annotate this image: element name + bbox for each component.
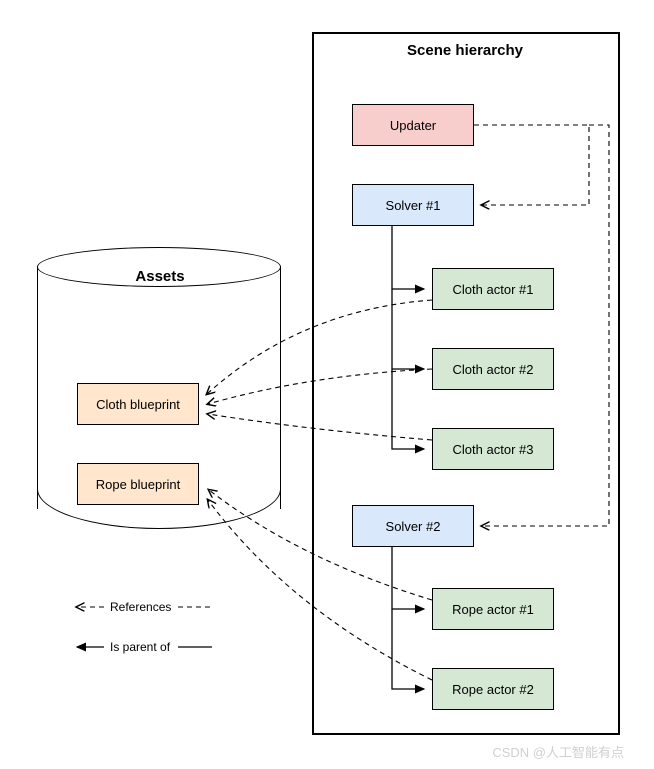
connectors-svg — [0, 0, 654, 769]
watermark-text: CSDN @人工智能有点 — [492, 742, 624, 761]
diagram-canvas: Scene hierarchy Assets Updater Solver #1… — [0, 0, 654, 769]
